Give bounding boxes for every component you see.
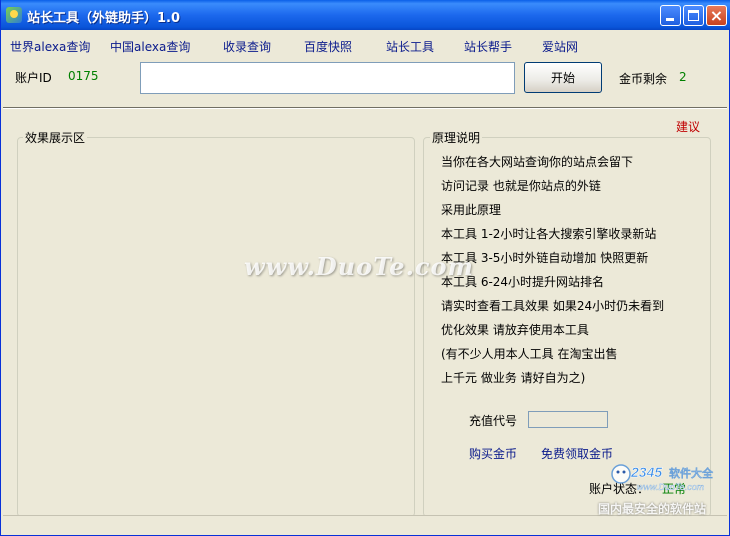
window-title: 站长工具（外链助手）1.0	[27, 11, 181, 26]
free-coins-link[interactable]: 免费领取金币	[541, 445, 613, 462]
close-button[interactable]: ×	[706, 5, 727, 26]
app-window: 站长工具（外链助手）1.0 × 世界alexa查询 中国alexa查询 收录查询…	[0, 0, 730, 536]
menu-item-baidu-snapshot[interactable]: 百度快照	[304, 38, 352, 55]
principle-line: (有不少人用本人工具 在淘宝出售	[441, 347, 618, 361]
account-id-label: 账户ID	[15, 71, 52, 85]
effect-display-title: 效果展示区	[23, 129, 88, 146]
title-bar[interactable]: 站长工具（外链助手）1.0 ×	[1, 0, 730, 30]
logo-number: 2345	[630, 464, 662, 480]
recharge-code-label: 充值代号	[469, 414, 518, 428]
coins-remaining-value: 2	[679, 70, 687, 84]
status-bar	[3, 515, 727, 535]
site-logo-slogan: 国内最安全的软件站	[598, 502, 707, 516]
buy-coins-link[interactable]: 购买金币	[469, 445, 517, 462]
minimize-icon	[666, 18, 674, 21]
account-id-value: 0175	[68, 69, 99, 83]
maximize-icon	[688, 10, 699, 21]
minimize-button[interactable]	[660, 5, 681, 26]
menu-item-china-alexa[interactable]: 中国alexa查询	[110, 38, 190, 55]
principle-line: 上千元 做业务 请好自为之)	[441, 371, 586, 385]
menu-item-world-alexa[interactable]: 世界alexa查询	[10, 38, 90, 55]
close-icon: ×	[709, 6, 724, 25]
principle-line: 本工具 1-2小时让各大搜索引擎收录新站	[441, 227, 657, 241]
principle-line: 当你在各大网站查询你的站点会留下	[441, 155, 634, 169]
menu-item-index-query[interactable]: 收录查询	[223, 38, 271, 55]
effect-display-group	[17, 137, 415, 517]
suggest-link[interactable]: 建议	[676, 118, 700, 135]
maximize-button[interactable]	[683, 5, 704, 26]
principle-line: 优化效果 请放弃使用本工具	[441, 323, 589, 337]
coins-remaining-label: 金币剩余	[619, 72, 668, 86]
principle-line: 访问记录 也就是你站点的外链	[441, 179, 601, 193]
logo-suffix: 软件大全	[669, 466, 714, 480]
url-input[interactable]	[140, 62, 515, 94]
start-button[interactable]: 开始	[524, 62, 602, 93]
recharge-code-input[interactable]	[528, 411, 608, 428]
principle-line: 采用此原理	[441, 203, 502, 217]
menu-item-aizhan[interactable]: 爱站网	[542, 38, 578, 55]
menu-item-webmaster-tools[interactable]: 站长工具	[386, 38, 434, 55]
menu-item-webmaster-helper[interactable]: 站长帮手	[464, 38, 512, 55]
header-divider	[3, 107, 727, 109]
logo-url: www.DuoTe.com	[637, 482, 705, 492]
principle-title: 原理说明	[430, 129, 483, 146]
duote-watermark: www.DuoTe.com	[244, 252, 474, 281]
app-logo-icon	[6, 7, 22, 23]
principle-line: 请实时查看工具效果 如果24小时仍未看到	[441, 299, 665, 313]
